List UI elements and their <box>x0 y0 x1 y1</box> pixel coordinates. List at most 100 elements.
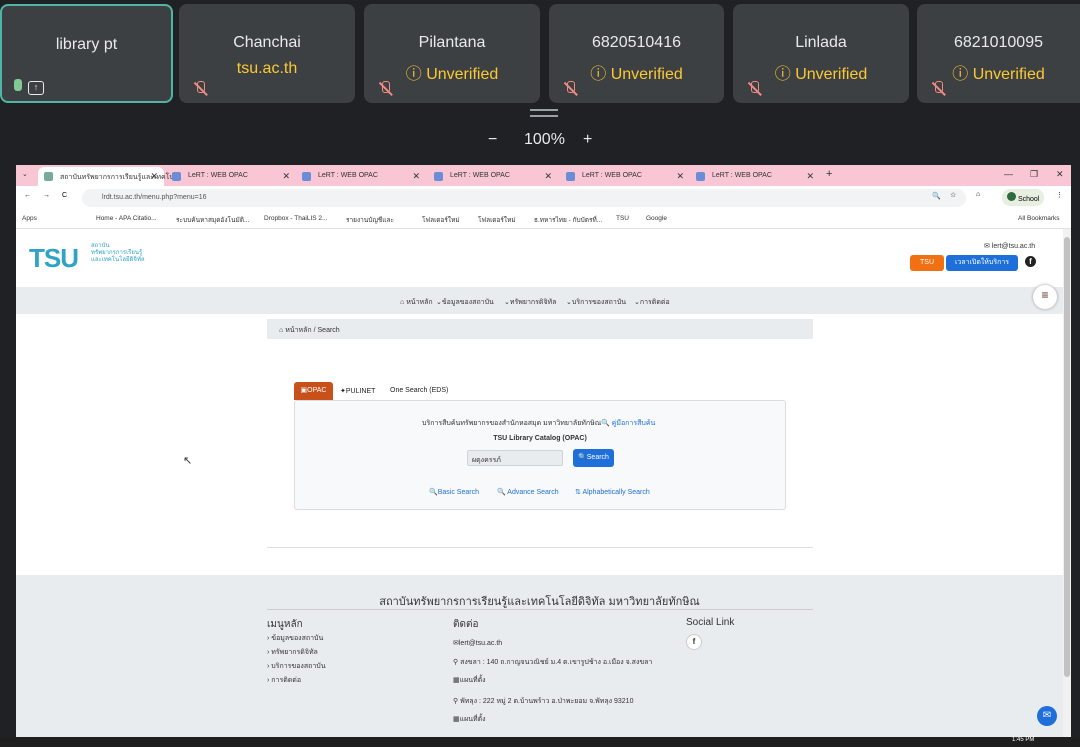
bookmark-item[interactable]: ธ.ทหารไทย - กับบัตรที่... <box>534 215 602 225</box>
search-card: บริการสืบค้นทรัพยากรของสำนักหอสมุด มหาวิ… <box>294 400 786 510</box>
close-tab-icon[interactable]: ✕ <box>806 171 814 182</box>
participant-tile[interactable]: Pilantana ⓘ Unverified <box>364 4 540 103</box>
advance-search-link[interactable]: 🔍 Advance Search <box>497 488 559 496</box>
footer-address-songkhla: ⚲ สงขลา : 140 ถ.กาญจนวณิชย์ ม.4 ต.เขารูป… <box>453 659 653 666</box>
scrollbar-thumb[interactable] <box>1064 237 1070 677</box>
participant-tile[interactable]: Linlada ⓘ Unverified <box>733 4 909 103</box>
home-icon: ⌂ <box>279 327 284 334</box>
nav-digital[interactable]: ⌄ทรัพยากรดิจิทัล <box>504 297 556 308</box>
minimize-icon[interactable]: — <box>1004 169 1013 179</box>
nav-services[interactable]: ⌄บริการของสถาบัน <box>566 297 626 308</box>
tab-label: LeRT : WEB OPAC <box>582 172 642 179</box>
main-nav: ⌂ หน้าหลัก ⌄ข้อมูลของสถาบัน ⌄ทรัพยากรดิจ… <box>16 285 1063 314</box>
footer-email[interactable]: ✉lert@tsu.ac.th <box>453 639 502 647</box>
profile-label: School <box>1017 196 1040 203</box>
opening-hours-button[interactable]: เวลาเปิดให้บริการ <box>946 255 1018 271</box>
search-input-value: ผดุงครรภ์ <box>472 457 501 464</box>
new-tab-icon[interactable]: + <box>826 168 832 180</box>
zoom-in-button[interactable]: + <box>583 131 592 149</box>
participant-name: 6820510416 <box>592 34 681 51</box>
tsu-button[interactable]: TSU <box>910 255 944 271</box>
bookmark-item[interactable]: Dropbox - ThaiLIS 2... <box>264 215 327 222</box>
zoom-lens-icon[interactable]: 🔍 <box>932 192 941 200</box>
menu-kebab-icon[interactable]: ⋮ <box>1056 191 1063 199</box>
tab-pulinet[interactable]: ✦PULINET <box>340 387 375 395</box>
search-manual-link[interactable]: 🔍 คู่มือการสืบค้น <box>601 418 655 429</box>
restore-icon[interactable]: ❐ <box>1030 169 1038 180</box>
bookmark-apps[interactable]: Apps <box>22 215 37 222</box>
footer-menu-item[interactable]: › การติดต่อ <box>267 675 301 686</box>
footer-facebook-icon[interactable]: f <box>686 634 702 650</box>
close-window-icon[interactable]: ✕ <box>1056 169 1064 180</box>
tab[interactable]: LeRT : WEB OPAC ✕ <box>690 167 820 186</box>
footer-menu-title: เมนูหลัก <box>267 619 303 630</box>
participant-tile[interactable]: 6821010095 ⓘ Unverified <box>917 4 1080 103</box>
forward-icon[interactable]: → <box>43 192 50 199</box>
tab-label: LeRT : WEB OPAC <box>318 172 378 179</box>
tab-search-icon[interactable]: ⌄ <box>22 170 28 178</box>
catalog-title: TSU Library Catalog (OPAC) <box>493 435 587 442</box>
favicon-icon <box>172 172 181 181</box>
messenger-chat-icon[interactable]: ✉ <box>1037 706 1057 726</box>
site-logo[interactable]: TSU สถาบัน ทรัพยากรการเรียนรู้ และเทคโนโลย… <box>29 237 159 273</box>
close-tab-icon[interactable]: ✕ <box>282 171 290 182</box>
footer-map-link[interactable]: ▦แผนที่ตั้ง <box>453 714 486 725</box>
bookmark-item[interactable]: โฟลเดอร์ใหม่ <box>478 215 516 225</box>
close-tab-icon[interactable]: ✕ <box>150 171 158 182</box>
footer-menu-item[interactable]: › ทรัพยากรดิจิทัล <box>267 647 318 658</box>
participant-name: 6821010095 <box>954 34 1043 51</box>
bookmark-item[interactable]: Home - APA Citatio... <box>96 215 157 222</box>
footer-address-phatthalung: ⚲ พัทลุง : 222 หมู่ 2 ต.บ้านพร้าว อ.ป่าพ… <box>453 698 634 705</box>
tab-label: LeRT : WEB OPAC <box>450 172 510 179</box>
tab[interactable]: LeRT : WEB OPAC ✕ <box>166 167 296 186</box>
reload-icon[interactable]: C <box>62 192 67 199</box>
back-icon[interactable]: ← <box>24 192 31 199</box>
tab[interactable]: LeRT : WEB OPAC ✕ <box>560 167 690 186</box>
zoom-out-button[interactable]: − <box>488 131 497 149</box>
profile-button[interactable]: School <box>1002 189 1045 206</box>
tab-active[interactable]: สถาบันทรัพยากรการเรียนรู้และเทคโนโ ✕ <box>38 167 178 186</box>
tab-onesearch[interactable]: One Search (EDS) <box>390 387 448 394</box>
participant-tile[interactable]: 6820510416 ⓘ Unverified <box>549 4 724 103</box>
tab[interactable]: LeRT : WEB OPAC ✕ <box>428 167 558 186</box>
tab-opac[interactable]: ▣OPAC <box>294 382 333 400</box>
nav-contact[interactable]: ⌄การติดต่อ <box>634 297 670 308</box>
site-footer: สถาบันทรัพยากรการเรียนรู้และเทคโนโลยีดิจ… <box>16 575 1063 747</box>
favicon-icon <box>566 172 575 181</box>
participant-tile[interactable]: library pt ↑ <box>0 4 173 103</box>
page-scrollbar[interactable] <box>1063 229 1071 747</box>
close-tab-icon[interactable]: ✕ <box>412 171 420 182</box>
mic-muted-icon <box>747 81 761 97</box>
bookmark-item[interactable]: โฟลเดอร์ใหม่ <box>422 215 460 225</box>
url-input[interactable]: lrdt.tsu.ac.th/menu.php?menu=16 <box>82 189 966 207</box>
nav-home[interactable]: ⌂ หน้าหลัก <box>400 297 433 308</box>
web-page: TSU สถาบัน ทรัพยากรการเรียนรู้ และเทคโนโลย… <box>16 229 1063 747</box>
breadcrumb-home[interactable]: หน้าหลัก <box>285 327 311 334</box>
header-email[interactable]: ✉ lert@tsu.ac.th <box>984 242 1035 250</box>
tab-bar: ⌄ สถาบันทรัพยากรการเรียนรู้และเทคโนโ ✕ Le… <box>16 165 1071 186</box>
search-button[interactable]: 🔍Search <box>573 449 614 467</box>
language-flag-icon[interactable]: ≡ <box>1033 285 1057 309</box>
extensions-icon[interactable]: ⌂ <box>976 191 980 198</box>
alphabetical-search-link[interactable]: ⇅ Alphabetically Search <box>575 488 650 496</box>
tab[interactable]: LeRT : WEB OPAC ✕ <box>296 167 426 186</box>
bookmark-star-icon[interactable]: ☆ <box>950 191 956 199</box>
close-tab-icon[interactable]: ✕ <box>676 171 684 182</box>
favicon-icon <box>434 172 443 181</box>
bookmark-item[interactable]: Google <box>646 215 667 222</box>
all-bookmarks[interactable]: All Bookmarks <box>1018 215 1060 222</box>
drag-handle[interactable] <box>530 109 558 117</box>
facebook-icon[interactable]: f <box>1025 256 1036 267</box>
bookmark-item[interactable]: รายงานบัญชีและ <box>346 215 394 225</box>
participant-tile[interactable]: Chanchai tsu.ac.th <box>179 4 355 103</box>
logo-text: TSU <box>29 243 79 273</box>
search-input[interactable]: ผดุงครรภ์ <box>467 450 563 466</box>
footer-map-link[interactable]: ▦แผนที่ตั้ง <box>453 675 486 686</box>
close-tab-icon[interactable]: ✕ <box>544 171 552 182</box>
bookmark-item[interactable]: ระบบค้นหาสมุดอังโนมัติ... <box>176 215 249 225</box>
bookmark-item[interactable]: TSU <box>616 215 629 222</box>
footer-menu-item[interactable]: › ข้อมูลของสถาบัน <box>267 633 323 644</box>
basic-search-link[interactable]: 🔍Basic Search <box>429 488 479 496</box>
footer-menu-item[interactable]: › บริการของสถาบัน <box>267 661 326 672</box>
nav-about[interactable]: ⌄ข้อมูลของสถาบัน <box>436 297 494 308</box>
